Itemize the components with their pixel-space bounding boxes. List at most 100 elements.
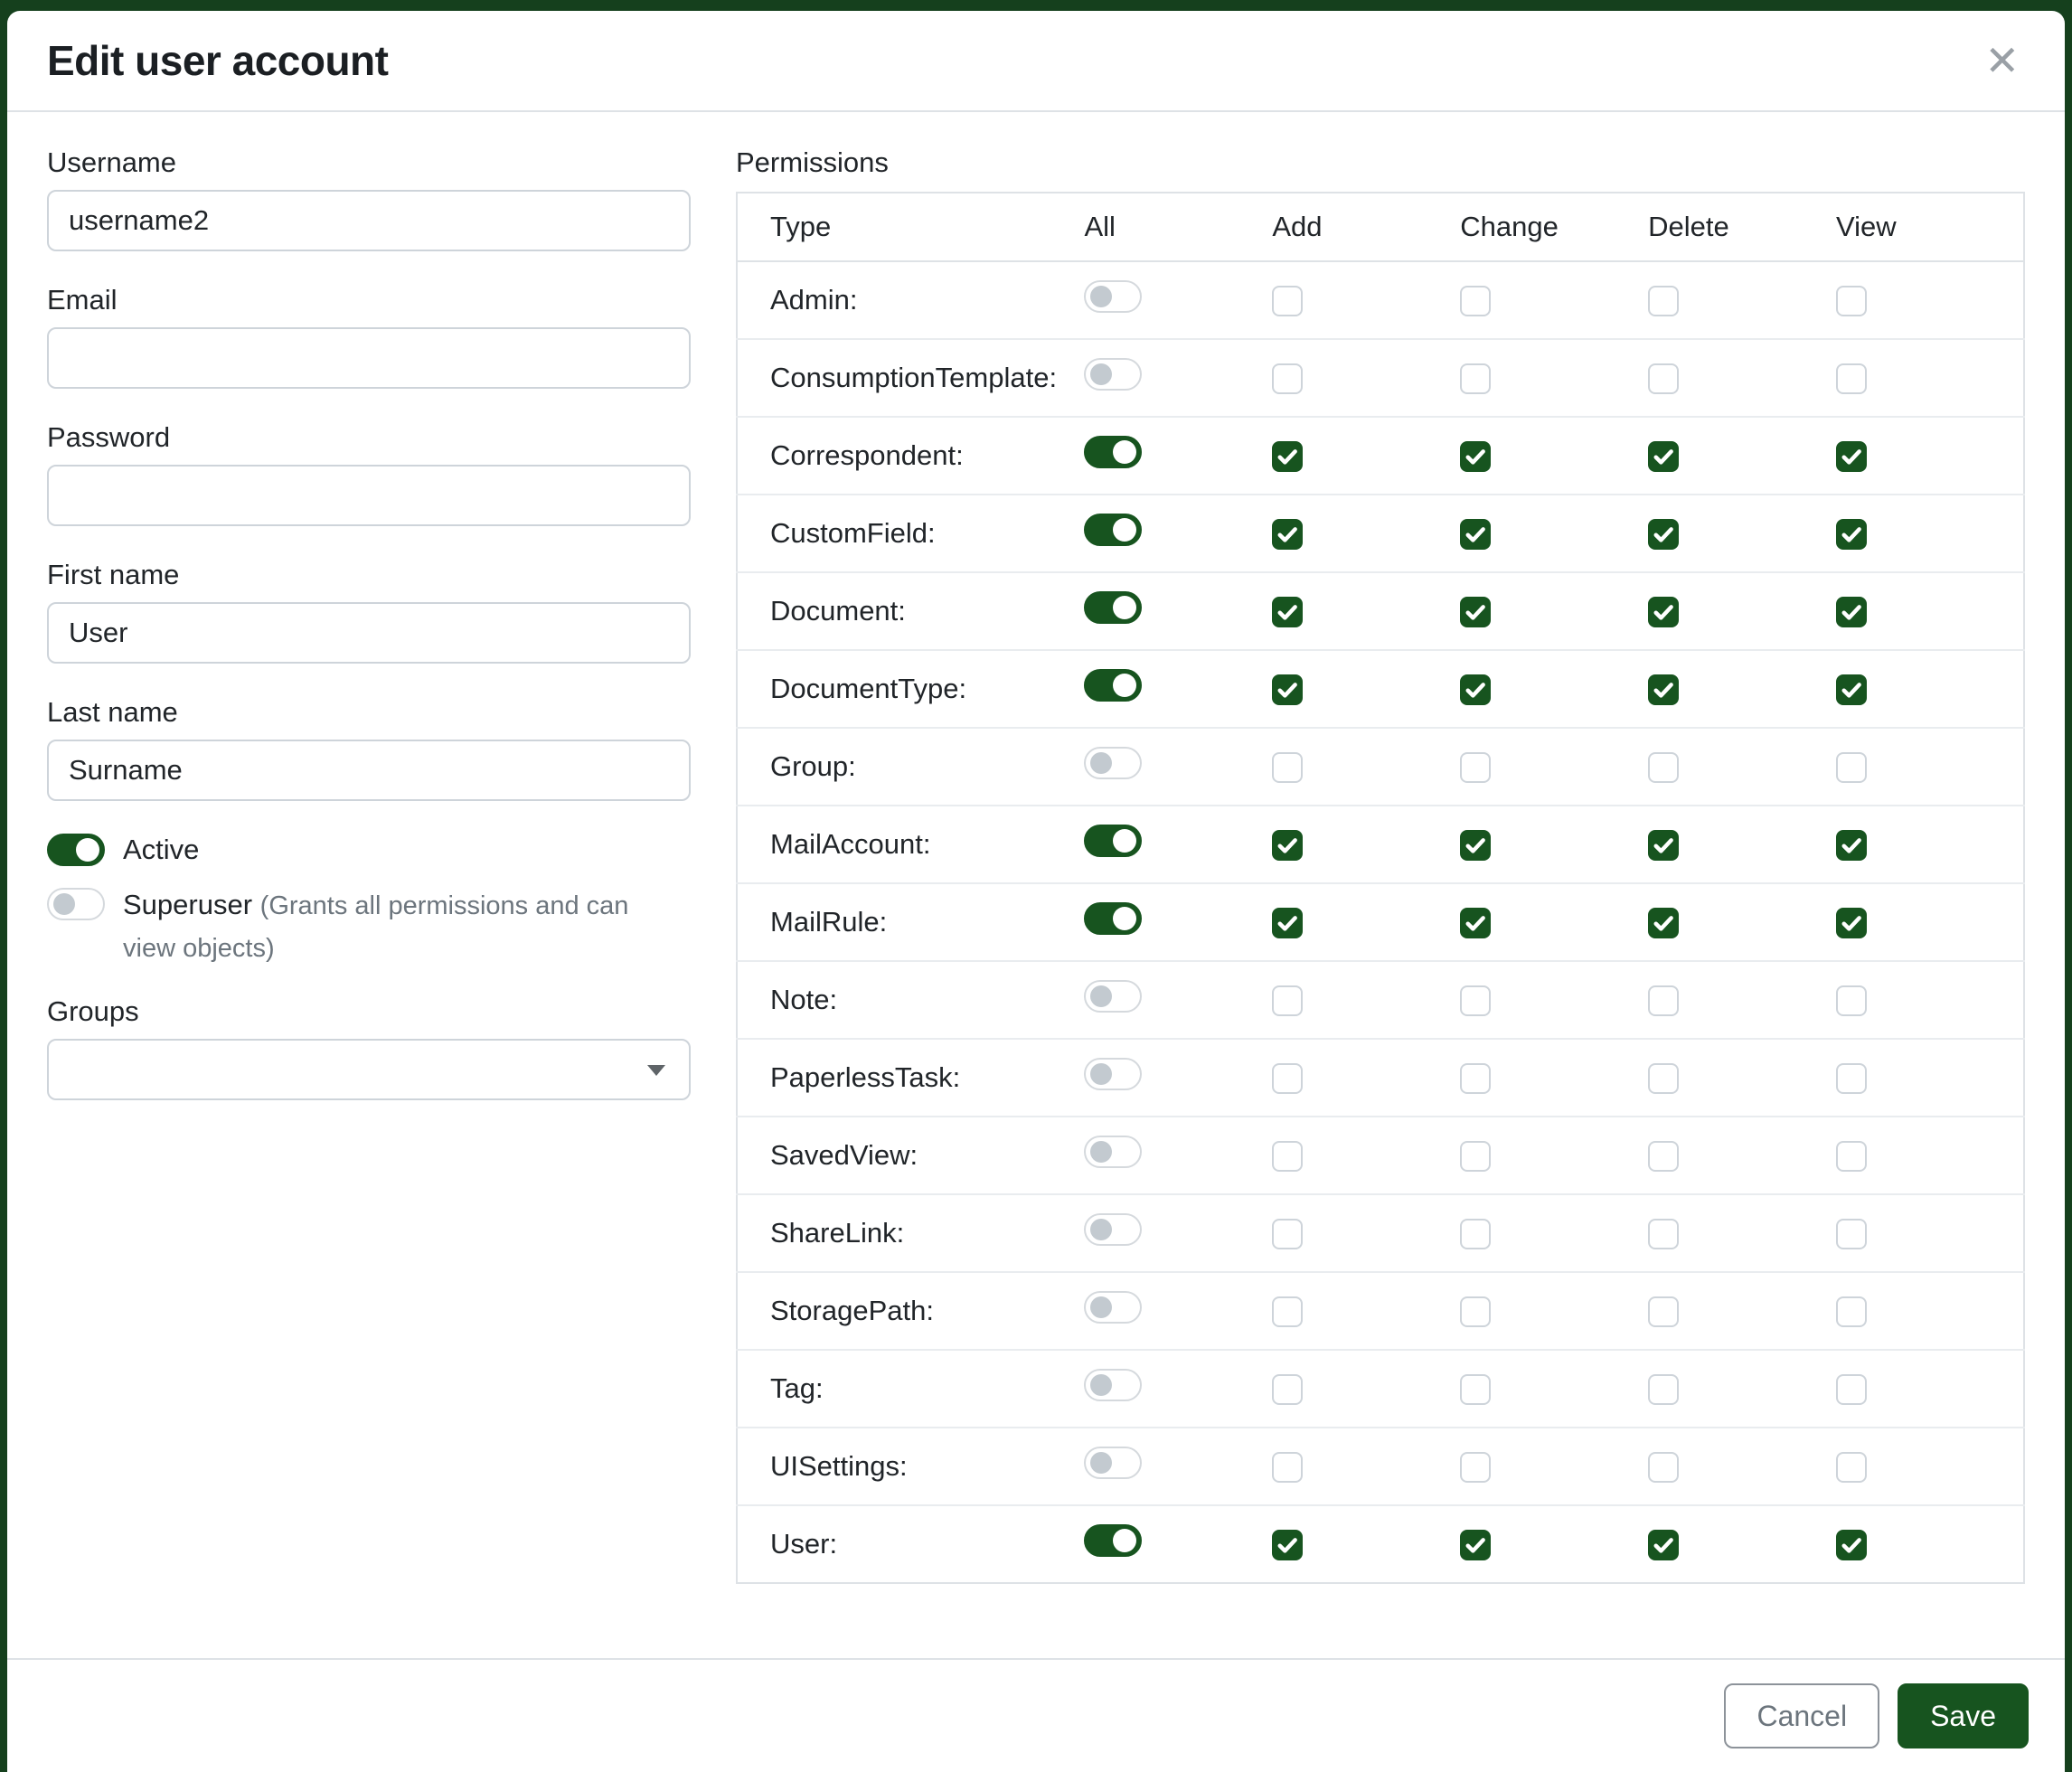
permission-all-toggle[interactable] [1084,825,1142,857]
save-button[interactable]: Save [1898,1683,2029,1748]
permission-add-checkbox[interactable] [1272,1063,1303,1094]
permission-all-toggle[interactable] [1084,1213,1142,1246]
permission-change-checkbox[interactable] [1460,985,1491,1016]
permission-change-checkbox[interactable] [1460,1452,1491,1483]
permission-add-checkbox[interactable] [1272,674,1303,705]
permission-view-checkbox[interactable] [1836,286,1867,316]
permission-change-checkbox[interactable] [1460,830,1491,861]
permission-add-checkbox[interactable] [1272,830,1303,861]
permission-view-checkbox[interactable] [1836,985,1867,1016]
permission-add-checkbox[interactable] [1272,1219,1303,1249]
active-toggle[interactable] [47,834,105,866]
permission-add-checkbox[interactable] [1272,441,1303,472]
toggle-knob [1113,674,1136,697]
permission-all-toggle[interactable] [1084,514,1142,546]
permission-all-toggle[interactable] [1084,1291,1142,1324]
permission-view-checkbox[interactable] [1836,1530,1867,1560]
permission-change-checkbox[interactable] [1460,1141,1491,1172]
permission-delete-checkbox[interactable] [1648,1141,1679,1172]
permission-change-checkbox[interactable] [1460,908,1491,938]
permission-add-checkbox[interactable] [1272,1452,1303,1483]
username-input[interactable] [47,190,691,251]
permission-view-checkbox[interactable] [1836,519,1867,550]
permission-view-checkbox[interactable] [1836,441,1867,472]
permission-all-toggle[interactable] [1084,902,1142,935]
permission-all-toggle[interactable] [1084,358,1142,391]
permission-view-checkbox[interactable] [1836,908,1867,938]
permission-add-checkbox[interactable] [1272,1141,1303,1172]
permission-all-toggle[interactable] [1084,1447,1142,1479]
cancel-button[interactable]: Cancel [1724,1683,1879,1748]
permission-view-checkbox[interactable] [1836,674,1867,705]
groups-select[interactable] [47,1039,691,1100]
permission-view-checkbox[interactable] [1836,363,1867,394]
permission-view-checkbox[interactable] [1836,1452,1867,1483]
permission-add-checkbox[interactable] [1272,752,1303,783]
permission-all-toggle[interactable] [1084,747,1142,779]
permission-delete-checkbox[interactable] [1648,441,1679,472]
permission-view-checkbox[interactable] [1836,1141,1867,1172]
permission-change-checkbox[interactable] [1460,286,1491,316]
last-name-input[interactable] [47,740,691,801]
permission-all-toggle[interactable] [1084,436,1142,468]
permission-delete-checkbox[interactable] [1648,1063,1679,1094]
permission-add-checkbox[interactable] [1272,363,1303,394]
permission-change-checkbox[interactable] [1460,1296,1491,1327]
permission-view-checkbox[interactable] [1836,597,1867,627]
permission-delete-checkbox[interactable] [1648,752,1679,783]
permission-change-checkbox[interactable] [1460,1374,1491,1405]
permission-add-checkbox[interactable] [1272,908,1303,938]
permission-view-checkbox[interactable] [1836,1374,1867,1405]
permissions-table-body: Admin:ConsumptionTemplate:Correspondent:… [737,261,2024,1583]
permission-all-toggle[interactable] [1084,280,1142,313]
permission-delete-checkbox[interactable] [1648,519,1679,550]
permission-add-checkbox[interactable] [1272,286,1303,316]
close-icon[interactable]: ✕ [1979,40,2025,81]
permission-row: Admin: [737,261,2024,339]
superuser-toggle[interactable] [47,888,105,920]
permission-delete-checkbox[interactable] [1648,363,1679,394]
email-input[interactable] [47,327,691,389]
permission-row: PaperlessTask: [737,1039,2024,1117]
permission-add-checkbox[interactable] [1272,1296,1303,1327]
permission-delete-checkbox[interactable] [1648,1296,1679,1327]
permission-add-checkbox[interactable] [1272,985,1303,1016]
permission-delete-checkbox[interactable] [1648,1374,1679,1405]
permission-change-checkbox[interactable] [1460,1219,1491,1249]
permission-all-toggle[interactable] [1084,1524,1142,1557]
permission-all-toggle[interactable] [1084,1369,1142,1401]
permission-change-checkbox[interactable] [1460,752,1491,783]
permission-add-checkbox[interactable] [1272,519,1303,550]
permission-all-toggle[interactable] [1084,1058,1142,1090]
permission-add-checkbox[interactable] [1272,597,1303,627]
permission-delete-checkbox[interactable] [1648,1219,1679,1249]
permission-change-checkbox[interactable] [1460,674,1491,705]
permission-delete-checkbox[interactable] [1648,286,1679,316]
permission-delete-checkbox[interactable] [1648,908,1679,938]
permission-delete-checkbox[interactable] [1648,597,1679,627]
permission-change-checkbox[interactable] [1460,1063,1491,1094]
permission-delete-checkbox[interactable] [1648,1530,1679,1560]
permission-delete-checkbox[interactable] [1648,674,1679,705]
permission-view-checkbox[interactable] [1836,752,1867,783]
first-name-input[interactable] [47,602,691,664]
permission-all-toggle[interactable] [1084,591,1142,624]
permission-view-checkbox[interactable] [1836,1219,1867,1249]
permission-delete-checkbox[interactable] [1648,830,1679,861]
permission-change-checkbox[interactable] [1460,363,1491,394]
password-input[interactable] [47,465,691,526]
permission-all-toggle[interactable] [1084,1136,1142,1168]
permission-change-checkbox[interactable] [1460,519,1491,550]
permission-delete-checkbox[interactable] [1648,1452,1679,1483]
permission-view-checkbox[interactable] [1836,1063,1867,1094]
permission-change-checkbox[interactable] [1460,441,1491,472]
permission-view-checkbox[interactable] [1836,830,1867,861]
permission-add-checkbox[interactable] [1272,1530,1303,1560]
permission-change-checkbox[interactable] [1460,597,1491,627]
permission-delete-checkbox[interactable] [1648,985,1679,1016]
permission-change-checkbox[interactable] [1460,1530,1491,1560]
permission-view-checkbox[interactable] [1836,1296,1867,1327]
permission-all-toggle[interactable] [1084,980,1142,1013]
permission-add-checkbox[interactable] [1272,1374,1303,1405]
permission-all-toggle[interactable] [1084,669,1142,702]
